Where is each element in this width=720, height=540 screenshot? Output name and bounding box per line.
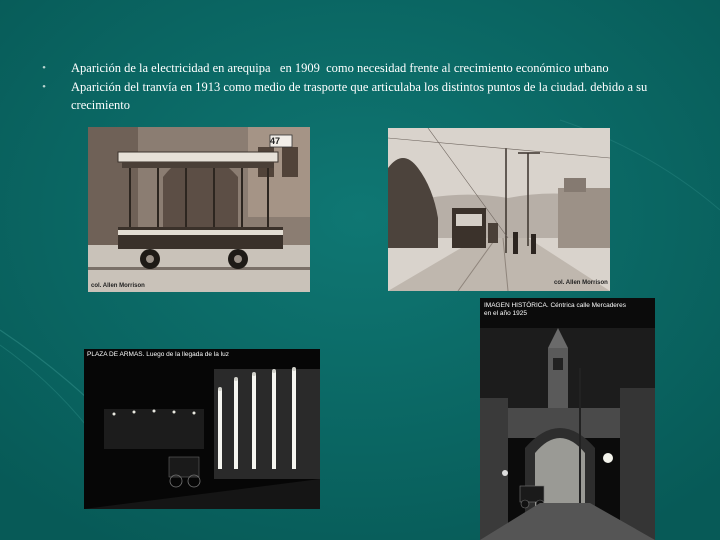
- photo-tram-street: col. Allen Morrison: [388, 128, 610, 291]
- bullet-text-electricity: Aparición de la electricidad en arequipa…: [71, 61, 609, 75]
- tram-number-sign: 47: [270, 136, 281, 146]
- mercaderes-illustration: [480, 298, 655, 540]
- photo-credit: col. Allen Morrison: [554, 280, 608, 286]
- photo-caption: PLAZA DE ARMAS. Luego de la llegada de l…: [87, 351, 230, 358]
- bullet-text-tram: Aparición del tranvía en 1913 como medio…: [71, 80, 651, 112]
- photo-plaza-night: PLAZA DE ARMAS. Luego de la llegada de l…: [84, 349, 320, 509]
- tram-car-illustration: [88, 127, 310, 292]
- photo-credit: col. Allen Morrison: [91, 283, 145, 289]
- bullet-marker: •: [42, 81, 46, 93]
- plaza-night-illustration: [84, 349, 320, 509]
- photo-tram-car: 47 col. Allen Morrison: [88, 127, 310, 292]
- tram-street-illustration: [388, 128, 610, 291]
- bullet-marker: •: [42, 62, 46, 74]
- photo-mercaderes: IMAGEN HISTÓRICA. Céntrica calle Mercade…: [480, 298, 655, 540]
- photo-caption: IMAGEN HISTÓRICA. Céntrica calle Mercade…: [484, 302, 628, 317]
